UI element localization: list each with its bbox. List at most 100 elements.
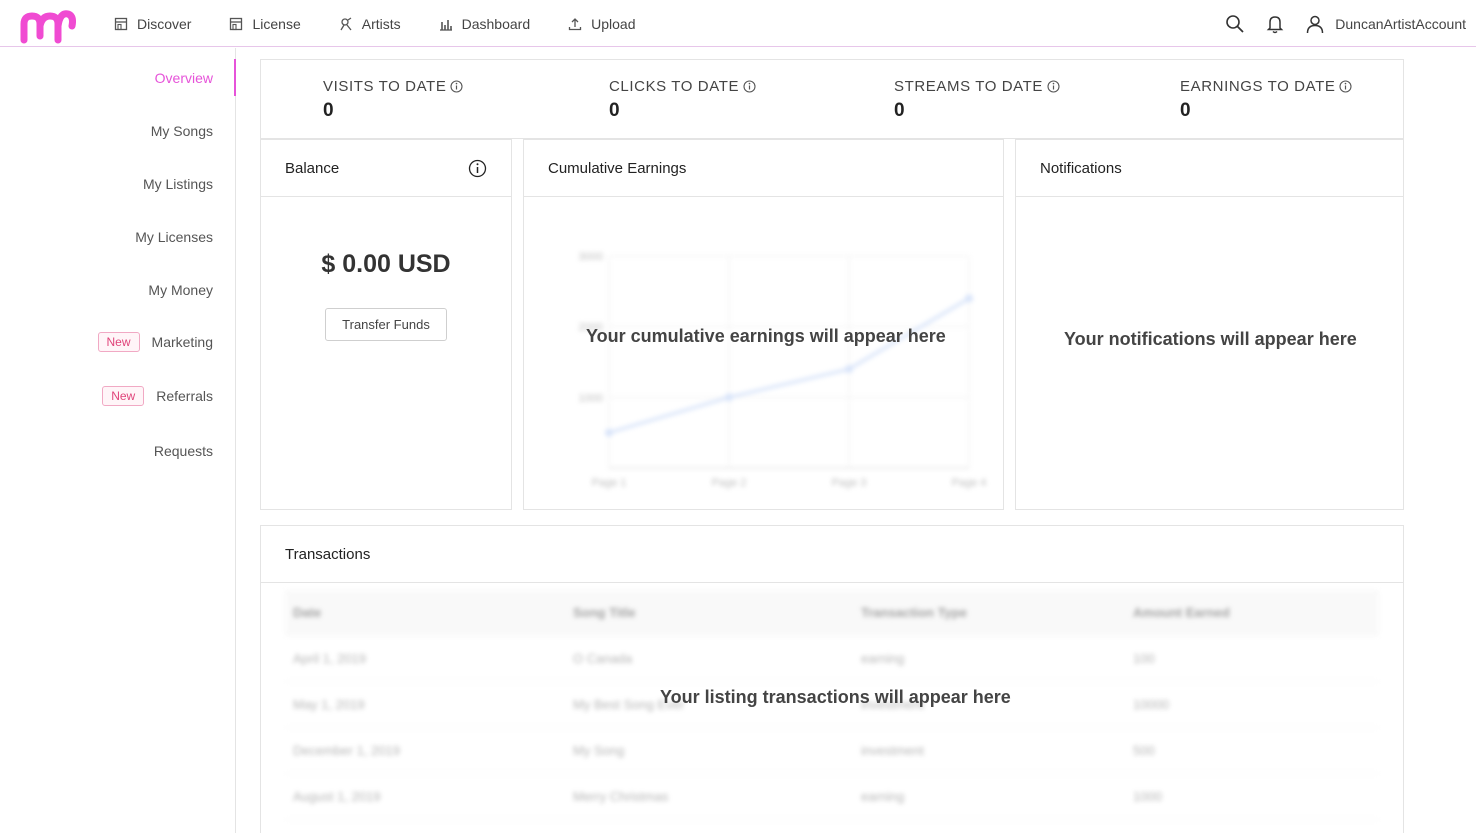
storefront-icon [230, 17, 243, 30]
card-title: Transactions [285, 545, 371, 563]
balance-header: Balance [261, 140, 511, 197]
data-point [845, 365, 853, 374]
stat-clicks: CLICKS TO DATE 0 [609, 78, 756, 122]
nav-upload[interactable]: Upload [568, 15, 636, 32]
nav-discover[interactable]: Discover [114, 16, 191, 32]
info-icon[interactable] [1339, 80, 1353, 93]
stat-value: 0 [894, 100, 905, 121]
notifications-card: Notifications Your notifications will ap… [1015, 139, 1404, 510]
stat-label-row: EARNINGS TO DATE [1180, 78, 1353, 95]
card-title: Notifications [1040, 159, 1122, 177]
nav-dashboard-label: Dashboard [461, 15, 531, 32]
table-header-row: Date Song Title Transaction Type Amount … [285, 590, 1379, 636]
stat-value: 0 [609, 100, 620, 121]
sidebar-item-label: Requests [153, 443, 213, 459]
info-icon[interactable] [743, 80, 756, 93]
table-cell: Merry Christmas [573, 789, 669, 804]
sidebar-item-my-licenses[interactable]: My Licenses [135, 229, 213, 245]
sidebar-item-label: My Money [148, 282, 213, 298]
new-badge: New [97, 332, 140, 352]
user-icon[interactable] [1305, 14, 1325, 34]
sidebar-item-label: Marketing [151, 334, 213, 350]
earnings-chart: Page 1 Page 2 Page 3 Page 4100020003000 [579, 251, 987, 489]
bar-chart-icon [439, 19, 452, 31]
nav-license-label: License [252, 15, 301, 32]
table-row: April 1, 2019 O Canada earning 100 [285, 636, 1379, 682]
sidebar-item-overview[interactable]: Overview [155, 70, 213, 86]
stat-label-row: CLICKS TO DATE [609, 78, 756, 95]
table-cell: May 1, 2019 [293, 697, 365, 712]
sidebar-item-label: My Licenses [135, 229, 213, 245]
transactions-header: Transactions [261, 526, 1403, 583]
bell-icon[interactable] [1265, 14, 1285, 34]
table-cell: 100 [1133, 651, 1155, 666]
sidebar: Overview My Songs My Listings My License… [0, 48, 236, 833]
table-cell: investment [861, 743, 924, 758]
sidebar-item-my-listings[interactable]: My Listings [143, 176, 213, 192]
stat-streams: STREAMS TO DATE 0 [894, 78, 1060, 122]
user-account-name[interactable]: DuncanArtistAccount [1335, 16, 1466, 32]
brand-logo[interactable] [18, 6, 76, 44]
sidebar-item-my-songs[interactable]: My Songs [151, 123, 213, 139]
data-point [965, 294, 973, 303]
table-cell: August 1, 2019 [293, 789, 381, 804]
sidebar-item-referrals[interactable]: New Referrals [102, 386, 213, 406]
stat-earnings: EARNINGS TO DATE 0 [1180, 78, 1353, 122]
new-badge: New [102, 386, 145, 406]
top-right-actions: DuncanArtistAccount [1205, 0, 1466, 47]
main-nav: Discover License Artists Dashboard Uploa… [114, 0, 674, 47]
transactions-placeholder: Your listing transactions will appear he… [660, 687, 1011, 707]
sidebar-item-label: Referrals [156, 388, 213, 404]
table-cell: April 1, 2019 [293, 651, 366, 666]
table-cell: earning [861, 651, 905, 666]
stat-label: STREAMS TO DATE [894, 78, 1044, 95]
nav-discover-label: Discover [137, 15, 192, 32]
table-cell: My Song [573, 743, 625, 758]
card-title: Cumulative Earnings [548, 159, 687, 177]
nav-license[interactable]: License [229, 15, 301, 32]
data-point [725, 393, 733, 402]
nav-artists[interactable]: Artists [339, 16, 401, 32]
earnings-card: Cumulative Earnings Page 1 Page 2 Page 3 Pa… [523, 139, 1004, 510]
earnings-header: Cumulative Earnings [524, 140, 1003, 197]
sidebar-item-my-money[interactable]: My Money [148, 282, 213, 298]
active-indicator [234, 59, 236, 96]
sidebar-item-marketing[interactable]: New Marketing [97, 332, 213, 352]
table-cell: December 1, 2019 [293, 743, 400, 758]
x-tick-label: Page 2 [712, 477, 747, 489]
info-icon[interactable] [468, 159, 487, 178]
column-header: Song Title [573, 605, 636, 620]
table-cell: O Canada [573, 651, 633, 666]
column-header: Amount Earned [1133, 605, 1230, 620]
series-line [608, 297, 970, 435]
stat-label-row: STREAMS TO DATE [894, 78, 1060, 95]
sidebar-item-label: My Listings [142, 176, 213, 192]
stat-label-row: VISITS TO DATE [323, 78, 463, 95]
notifications-header: Notifications [1016, 140, 1403, 197]
x-tick-label: Page 1 [592, 477, 627, 489]
artist-icon [340, 16, 352, 30]
table-row: December 1, 2019 My Song investment 500 [285, 728, 1379, 774]
table-cell: earning [861, 789, 905, 804]
stat-label: VISITS TO DATE [323, 78, 447, 95]
data-point [605, 428, 613, 437]
search-icon[interactable] [1225, 14, 1245, 34]
sidebar-item-requests[interactable]: Requests [154, 443, 213, 459]
earnings-placeholder: Your cumulative earnings will appear her… [586, 326, 946, 346]
upload-icon [568, 17, 582, 30]
storefront-icon [114, 17, 128, 30]
transfer-funds-button[interactable]: Transfer Funds [325, 308, 447, 341]
stat-label: EARNINGS TO DATE [1180, 78, 1336, 95]
column-header: Date [293, 605, 322, 620]
sidebar-item-label: Overview [154, 70, 213, 86]
stats-card: VISITS TO DATE 0 CLICKS TO DATE 0 STREAM… [260, 59, 1404, 139]
info-icon[interactable] [450, 80, 463, 93]
table-cell: 10000 [1133, 697, 1170, 712]
table-cell: 500 [1133, 743, 1155, 758]
x-tick-label: Page 3 [832, 477, 867, 489]
stat-visits: VISITS TO DATE 0 [323, 78, 463, 122]
nav-upload-label: Upload [591, 15, 636, 32]
info-icon[interactable] [1047, 80, 1060, 93]
transactions-card: Transactions Date Song Title Transaction… [260, 525, 1404, 833]
nav-dashboard[interactable]: Dashboard [439, 15, 531, 32]
